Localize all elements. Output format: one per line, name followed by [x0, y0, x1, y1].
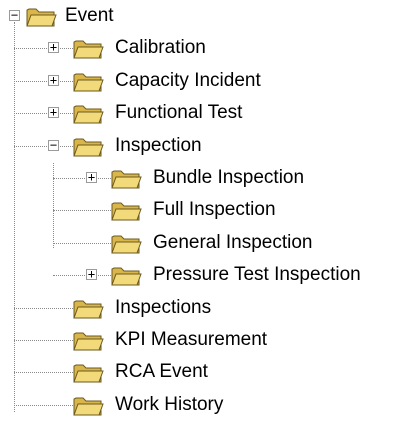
- folder-icon: [73, 332, 104, 351]
- tree-connector: [53, 242, 111, 244]
- tree-connector: [14, 307, 73, 309]
- tree-connector: [14, 145, 73, 147]
- tree-node[interactable]: + Capacity Incident: [0, 65, 398, 97]
- tree-node-label[interactable]: Work History: [115, 394, 223, 416]
- tree-node[interactable]: − Inspection: [0, 130, 398, 162]
- tree-node-label[interactable]: Inspection: [115, 135, 202, 157]
- expand-toggle-icon[interactable]: +: [86, 268, 97, 281]
- tree-connector: [14, 80, 73, 82]
- collapse-toggle-icon[interactable]: −: [9, 9, 20, 21]
- tree-connector: [14, 340, 73, 341]
- tree-node-label[interactable]: Inspections: [115, 297, 211, 319]
- folder-icon: [73, 105, 104, 124]
- tree-node[interactable]: + Bundle Inspection: [0, 162, 398, 194]
- folder-icon: [111, 235, 142, 254]
- folder-icon: [73, 364, 104, 383]
- tree-node-label[interactable]: Bundle Inspection: [153, 167, 304, 189]
- tree-connector: [14, 372, 73, 374]
- tree-connector: [14, 48, 73, 50]
- tree-node-label[interactable]: Capacity Incident: [115, 70, 261, 92]
- tree-node-label[interactable]: Pressure Test Inspection: [153, 264, 361, 286]
- expand-toggle-icon[interactable]: +: [48, 41, 59, 54]
- expand-toggle-icon[interactable]: +: [48, 74, 59, 86]
- tree-node-label[interactable]: Calibration: [115, 37, 206, 59]
- tree-node[interactable]: Inspections: [0, 292, 398, 324]
- tree-node[interactable]: General Inspection: [0, 227, 398, 259]
- tree-node[interactable]: + Functional Test: [0, 97, 398, 129]
- tree-node[interactable]: + Pressure Test Inspection: [0, 259, 398, 291]
- tree-node-label[interactable]: KPI Measurement: [115, 329, 267, 351]
- folder-icon: [73, 138, 104, 157]
- tree-node-label[interactable]: Functional Test: [115, 102, 242, 124]
- folder-icon: [26, 8, 57, 27]
- tree-node[interactable]: KPI Measurement: [0, 324, 398, 356]
- tree-node[interactable]: − Event: [0, 0, 398, 32]
- folder-icon: [111, 202, 142, 221]
- tree-view: − Event + Calibration + Capacity Incident + Fun…: [0, 0, 398, 419]
- expand-toggle-icon[interactable]: +: [48, 106, 59, 119]
- expand-toggle-icon[interactable]: +: [86, 171, 97, 183]
- tree-connector: [14, 113, 73, 115]
- folder-icon: [73, 397, 104, 416]
- tree-connector: [53, 178, 111, 179]
- tree-node[interactable]: Work History: [0, 389, 398, 421]
- tree-connector: [14, 404, 73, 406]
- tree-node-label[interactable]: Full Inspection: [153, 199, 276, 221]
- folder-icon: [73, 73, 104, 92]
- tree-node[interactable]: + Calibration: [0, 32, 398, 64]
- tree-node-label[interactable]: RCA Event: [115, 361, 208, 383]
- folder-icon: [73, 300, 104, 319]
- tree-node-label[interactable]: Event: [65, 5, 114, 27]
- tree-node[interactable]: RCA Event: [0, 356, 398, 388]
- collapse-toggle-icon[interactable]: −: [48, 139, 59, 151]
- folder-icon: [73, 40, 104, 59]
- folder-icon: [111, 267, 142, 286]
- tree-connector: [53, 275, 111, 277]
- tree-node[interactable]: Full Inspection: [0, 194, 398, 226]
- tree-connector: [53, 210, 111, 212]
- folder-icon: [111, 170, 142, 189]
- tree-node-label[interactable]: General Inspection: [153, 232, 313, 254]
